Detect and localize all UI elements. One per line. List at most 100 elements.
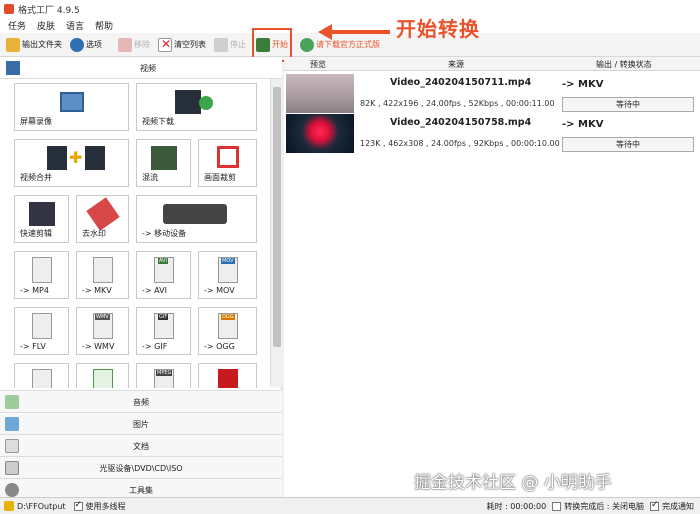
options-icon [70,37,84,52]
header-output[interactable]: 输出 / 转换状态 [596,59,652,70]
app-logo-icon [4,4,14,14]
task-meta: 123K , 462x308 , 24.00fps , 92Kbps , 00:… [360,139,560,148]
tile-partial-3[interactable]: MPEG [136,363,191,388]
task-status: 等待中 [562,137,694,152]
output-path[interactable]: D:\FFOutput [17,502,66,511]
file-icon [93,369,113,388]
output-folder-button[interactable]: 输出文件夹 [5,35,63,55]
notify-label: 完成通知 [662,501,694,511]
stop-icon [214,37,228,52]
scrollbar-thumb[interactable] [273,87,281,347]
menu-help[interactable]: 帮助 [95,19,113,32]
plus-icon: ✚ [69,148,83,167]
menu-task[interactable]: 任务 [8,19,26,32]
remove-button[interactable]: 移除 [117,35,151,55]
tile-to-avi[interactable]: AVI -> AVI [136,251,191,299]
tile-to-mkv[interactable]: -> MKV [76,251,129,299]
task-row[interactable]: Video_240204150711.mp4 82K , 422x196 , 2… [284,73,700,117]
tile-to-wmv[interactable]: WMV -> WMV [76,307,129,355]
globe-icon [300,37,314,52]
task-filename: Video_240204150711.mp4 [390,77,532,88]
mov-badge: MOV [221,258,235,264]
gif-badge: GIF [158,314,169,320]
header-source[interactable]: 来源 [448,59,464,70]
category-document[interactable]: 文档 [0,434,282,456]
film-icon [6,61,20,75]
ogg-badge: OGG [221,314,235,320]
flv-file-icon [32,313,52,339]
tile-to-mp4[interactable]: -> MP4 [14,251,69,299]
task-target-format: -> MKV [562,79,604,90]
header-preview[interactable]: 预览 [310,59,326,70]
file-icon [32,369,52,388]
eraser-icon [86,197,120,231]
watermark: 掘金技术社区 @ 小明助手 [414,473,612,493]
tools-scrollbar[interactable] [270,79,282,387]
task-target-format: -> MKV [562,119,604,130]
tile-crop[interactable]: 画面裁剪 [198,139,257,187]
folder-icon [4,501,14,511]
category-list: 音频 图片 文档 光驱设备\DVD\CD\ISO 工具集 [0,390,282,500]
tile-quick-clip[interactable]: 快速剪辑 [14,195,69,243]
category-image[interactable]: 图片 [0,412,282,434]
globe-icon [199,96,213,110]
tile-to-flv[interactable]: -> FLV [14,307,69,355]
notify-checkbox[interactable] [650,500,659,511]
video-tools-grid: 屏幕录像 视频下载 ✚ 视频合并 混流 画面裁剪 快速剪辑 去水印 -> 移动设… [10,83,270,388]
scissors-icon [29,202,55,226]
film-strip-icon [85,146,105,170]
clear-list-button[interactable]: ✕ 清空列表 [157,35,207,55]
avi-badge: AVI [158,258,168,264]
menu-skin[interactable]: 皮肤 [37,19,55,32]
crop-icon [217,146,239,168]
elapsed-time: 耗时 : 00:00:00 [486,501,547,511]
task-list-panel: 预览 来源 输出 / 转换状态 Video_240204150711.mp4 8… [284,57,700,497]
screen-record-icon [60,92,84,112]
category-video[interactable]: 视频 [0,57,282,79]
tile-remove-watermark[interactable]: 去水印 [76,195,129,243]
after-convert-checkbox[interactable] [552,501,562,511]
tile-screen-record[interactable]: 屏幕录像 [14,83,129,131]
video-thumbnail [286,114,354,153]
menu-language[interactable]: 语言 [66,19,84,32]
tile-to-ogg[interactable]: OGG -> OGG [198,307,257,355]
stop-button[interactable]: 停止 [213,35,247,55]
flash-file-icon [218,369,238,388]
video-download-icon [175,90,201,114]
mp4-file-icon [32,257,52,283]
tile-to-mov[interactable]: MOV -> MOV [198,251,257,299]
options-button[interactable]: 选项 [69,35,103,55]
tile-to-gif[interactable]: GIF -> GIF [136,307,191,355]
callout-start-convert: 开始转换 [396,17,480,41]
callout-arrow-icon [318,24,390,40]
tile-video-download[interactable]: 视频下载 [136,83,257,131]
multithread-label: 使用多线程 [85,501,126,511]
task-status: 等待中 [562,97,694,112]
tile-mobile-device[interactable]: -> 移动设备 [136,195,257,243]
clear-list-icon: ✕ [158,37,172,52]
task-meta: 82K , 422x196 , 24.00fps , 52Kbps , 00:0… [360,99,555,108]
film-strip-icon [47,146,67,170]
category-audio[interactable]: 音频 [0,390,282,412]
task-filename: Video_240204150758.mp4 [390,117,532,128]
task-list-header: 预览 来源 输出 / 转换状态 [284,57,700,71]
video-thumbnail [286,74,354,113]
task-row[interactable]: Video_240204150758.mp4 123K , 462x308 , … [284,113,700,157]
after-convert-label: 转换完成后 : 关闭电脑 [564,501,644,511]
mux-icon [151,146,177,170]
category-disc[interactable]: 光驱设备\DVD\CD\ISO [0,456,282,478]
title-bar: 格式工厂 4.9.5 [0,0,700,18]
status-bar: D:\FFOutput 使用多线程 耗时 : 00:00:00 转换完成后 : … [0,497,700,514]
mpeg-badge: MPEG [156,370,173,376]
folder-icon [6,37,20,52]
tile-partial-4[interactable] [198,363,257,388]
tile-video-merge[interactable]: ✚ 视频合并 [14,139,129,187]
mkv-file-icon [93,257,113,283]
window-title: 格式工厂 4.9.5 [18,5,80,16]
multithread-checkbox[interactable] [73,500,83,511]
tile-partial-1[interactable] [14,363,69,388]
tile-partial-2[interactable] [76,363,129,388]
tile-mux[interactable]: 混流 [136,139,191,187]
wmv-badge: WMV [95,314,110,320]
function-panel: 视频 屏幕录像 视频下载 ✚ 视频合并 混流 画面裁剪 快速剪辑 去水印 -> … [0,57,282,500]
